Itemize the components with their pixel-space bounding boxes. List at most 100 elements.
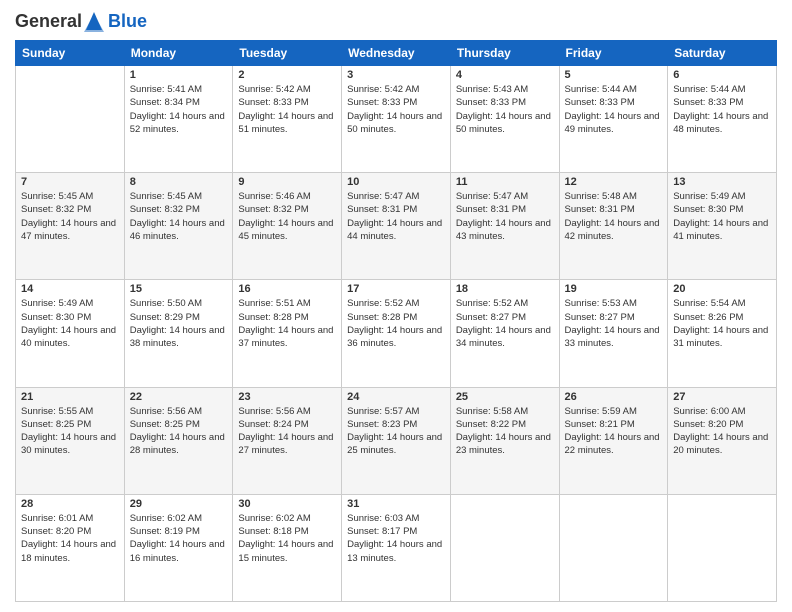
day-info: Sunrise: 5:45 AM Sunset: 8:32 PM Dayligh… [130, 190, 228, 243]
daylight-text: Daylight: 14 hours and 23 minutes. [456, 432, 551, 456]
calendar-week-row: 1 Sunrise: 5:41 AM Sunset: 8:34 PM Dayli… [16, 66, 777, 173]
day-info: Sunrise: 6:01 AM Sunset: 8:20 PM Dayligh… [21, 512, 119, 565]
daylight-text: Daylight: 14 hours and 31 minutes. [673, 325, 768, 349]
day-number: 26 [565, 391, 663, 403]
sunset-text: Sunset: 8:25 PM [21, 419, 91, 430]
calendar-cell: 13 Sunrise: 5:49 AM Sunset: 8:30 PM Dayl… [668, 173, 777, 280]
day-info: Sunrise: 6:00 AM Sunset: 8:20 PM Dayligh… [673, 405, 771, 458]
daylight-text: Daylight: 14 hours and 52 minutes. [130, 111, 225, 135]
sunrise-text: Sunrise: 5:52 AM [456, 298, 528, 309]
logo-icon [84, 10, 104, 32]
sunset-text: Sunset: 8:17 PM [347, 526, 417, 537]
sunrise-text: Sunrise: 5:43 AM [456, 84, 528, 95]
day-info: Sunrise: 5:55 AM Sunset: 8:25 PM Dayligh… [21, 405, 119, 458]
day-info: Sunrise: 5:57 AM Sunset: 8:23 PM Dayligh… [347, 405, 445, 458]
day-number: 7 [21, 176, 119, 188]
daylight-text: Daylight: 14 hours and 47 minutes. [21, 218, 116, 242]
day-info: Sunrise: 5:47 AM Sunset: 8:31 PM Dayligh… [456, 190, 554, 243]
calendar-cell: 6 Sunrise: 5:44 AM Sunset: 8:33 PM Dayli… [668, 66, 777, 173]
sunset-text: Sunset: 8:25 PM [130, 419, 200, 430]
calendar-cell: 11 Sunrise: 5:47 AM Sunset: 8:31 PM Dayl… [450, 173, 559, 280]
calendar-cell: 24 Sunrise: 5:57 AM Sunset: 8:23 PM Dayl… [342, 387, 451, 494]
daylight-text: Daylight: 14 hours and 33 minutes. [565, 325, 660, 349]
daylight-text: Daylight: 14 hours and 18 minutes. [21, 539, 116, 563]
calendar-cell: 1 Sunrise: 5:41 AM Sunset: 8:34 PM Dayli… [124, 66, 233, 173]
daylight-text: Daylight: 14 hours and 38 minutes. [130, 325, 225, 349]
day-number: 17 [347, 283, 445, 295]
sunrise-text: Sunrise: 5:57 AM [347, 406, 419, 417]
sunrise-text: Sunrise: 5:59 AM [565, 406, 637, 417]
sunrise-text: Sunrise: 5:42 AM [238, 84, 310, 95]
day-info: Sunrise: 5:53 AM Sunset: 8:27 PM Dayligh… [565, 297, 663, 350]
day-number: 14 [21, 283, 119, 295]
daylight-text: Daylight: 14 hours and 15 minutes. [238, 539, 333, 563]
day-info: Sunrise: 6:02 AM Sunset: 8:19 PM Dayligh… [130, 512, 228, 565]
sunrise-text: Sunrise: 6:00 AM [673, 406, 745, 417]
calendar-cell: 15 Sunrise: 5:50 AM Sunset: 8:29 PM Dayl… [124, 280, 233, 387]
col-sunday: Sunday [16, 41, 125, 66]
day-number: 13 [673, 176, 771, 188]
daylight-text: Daylight: 14 hours and 50 minutes. [347, 111, 442, 135]
logo: General Blue [15, 10, 147, 32]
calendar-cell [450, 494, 559, 601]
sunset-text: Sunset: 8:32 PM [130, 204, 200, 215]
sunset-text: Sunset: 8:33 PM [456, 97, 526, 108]
calendar-cell [668, 494, 777, 601]
sunset-text: Sunset: 8:27 PM [565, 312, 635, 323]
sunrise-text: Sunrise: 5:47 AM [347, 191, 419, 202]
sunset-text: Sunset: 8:22 PM [456, 419, 526, 430]
daylight-text: Daylight: 14 hours and 51 minutes. [238, 111, 333, 135]
sunrise-text: Sunrise: 5:55 AM [21, 406, 93, 417]
sunset-text: Sunset: 8:28 PM [347, 312, 417, 323]
day-number: 28 [21, 498, 119, 510]
day-info: Sunrise: 5:49 AM Sunset: 8:30 PM Dayligh… [673, 190, 771, 243]
daylight-text: Daylight: 14 hours and 13 minutes. [347, 539, 442, 563]
sunrise-text: Sunrise: 5:52 AM [347, 298, 419, 309]
calendar-cell: 3 Sunrise: 5:42 AM Sunset: 8:33 PM Dayli… [342, 66, 451, 173]
col-monday: Monday [124, 41, 233, 66]
day-info: Sunrise: 5:43 AM Sunset: 8:33 PM Dayligh… [456, 83, 554, 136]
day-info: Sunrise: 5:47 AM Sunset: 8:31 PM Dayligh… [347, 190, 445, 243]
calendar-cell: 26 Sunrise: 5:59 AM Sunset: 8:21 PM Dayl… [559, 387, 668, 494]
sunrise-text: Sunrise: 5:44 AM [565, 84, 637, 95]
day-number: 23 [238, 391, 336, 403]
day-info: Sunrise: 5:54 AM Sunset: 8:26 PM Dayligh… [673, 297, 771, 350]
daylight-text: Daylight: 14 hours and 28 minutes. [130, 432, 225, 456]
day-info: Sunrise: 5:45 AM Sunset: 8:32 PM Dayligh… [21, 190, 119, 243]
calendar-cell: 19 Sunrise: 5:53 AM Sunset: 8:27 PM Dayl… [559, 280, 668, 387]
sunset-text: Sunset: 8:27 PM [456, 312, 526, 323]
daylight-text: Daylight: 14 hours and 42 minutes. [565, 218, 660, 242]
daylight-text: Daylight: 14 hours and 27 minutes. [238, 432, 333, 456]
calendar-cell: 20 Sunrise: 5:54 AM Sunset: 8:26 PM Dayl… [668, 280, 777, 387]
day-number: 15 [130, 283, 228, 295]
daylight-text: Daylight: 14 hours and 30 minutes. [21, 432, 116, 456]
page: General Blue Sunday Monday Tuesday Wedne… [0, 0, 792, 612]
day-info: Sunrise: 5:58 AM Sunset: 8:22 PM Dayligh… [456, 405, 554, 458]
sunrise-text: Sunrise: 5:47 AM [456, 191, 528, 202]
day-info: Sunrise: 5:44 AM Sunset: 8:33 PM Dayligh… [565, 83, 663, 136]
sunrise-text: Sunrise: 6:02 AM [238, 513, 310, 524]
day-number: 30 [238, 498, 336, 510]
daylight-text: Daylight: 14 hours and 20 minutes. [673, 432, 768, 456]
calendar-week-row: 7 Sunrise: 5:45 AM Sunset: 8:32 PM Dayli… [16, 173, 777, 280]
sunrise-text: Sunrise: 6:02 AM [130, 513, 202, 524]
sunrise-text: Sunrise: 5:54 AM [673, 298, 745, 309]
day-info: Sunrise: 5:46 AM Sunset: 8:32 PM Dayligh… [238, 190, 336, 243]
calendar-cell: 31 Sunrise: 6:03 AM Sunset: 8:17 PM Dayl… [342, 494, 451, 601]
daylight-text: Daylight: 14 hours and 40 minutes. [21, 325, 116, 349]
sunset-text: Sunset: 8:32 PM [238, 204, 308, 215]
sunrise-text: Sunrise: 5:44 AM [673, 84, 745, 95]
daylight-text: Daylight: 14 hours and 45 minutes. [238, 218, 333, 242]
daylight-text: Daylight: 14 hours and 48 minutes. [673, 111, 768, 135]
sunset-text: Sunset: 8:32 PM [21, 204, 91, 215]
day-number: 12 [565, 176, 663, 188]
sunset-text: Sunset: 8:33 PM [673, 97, 743, 108]
sunset-text: Sunset: 8:30 PM [673, 204, 743, 215]
daylight-text: Daylight: 14 hours and 25 minutes. [347, 432, 442, 456]
sunset-text: Sunset: 8:18 PM [238, 526, 308, 537]
calendar-cell: 23 Sunrise: 5:56 AM Sunset: 8:24 PM Dayl… [233, 387, 342, 494]
calendar-cell: 25 Sunrise: 5:58 AM Sunset: 8:22 PM Dayl… [450, 387, 559, 494]
calendar-cell: 22 Sunrise: 5:56 AM Sunset: 8:25 PM Dayl… [124, 387, 233, 494]
sunset-text: Sunset: 8:23 PM [347, 419, 417, 430]
sunrise-text: Sunrise: 5:49 AM [21, 298, 93, 309]
